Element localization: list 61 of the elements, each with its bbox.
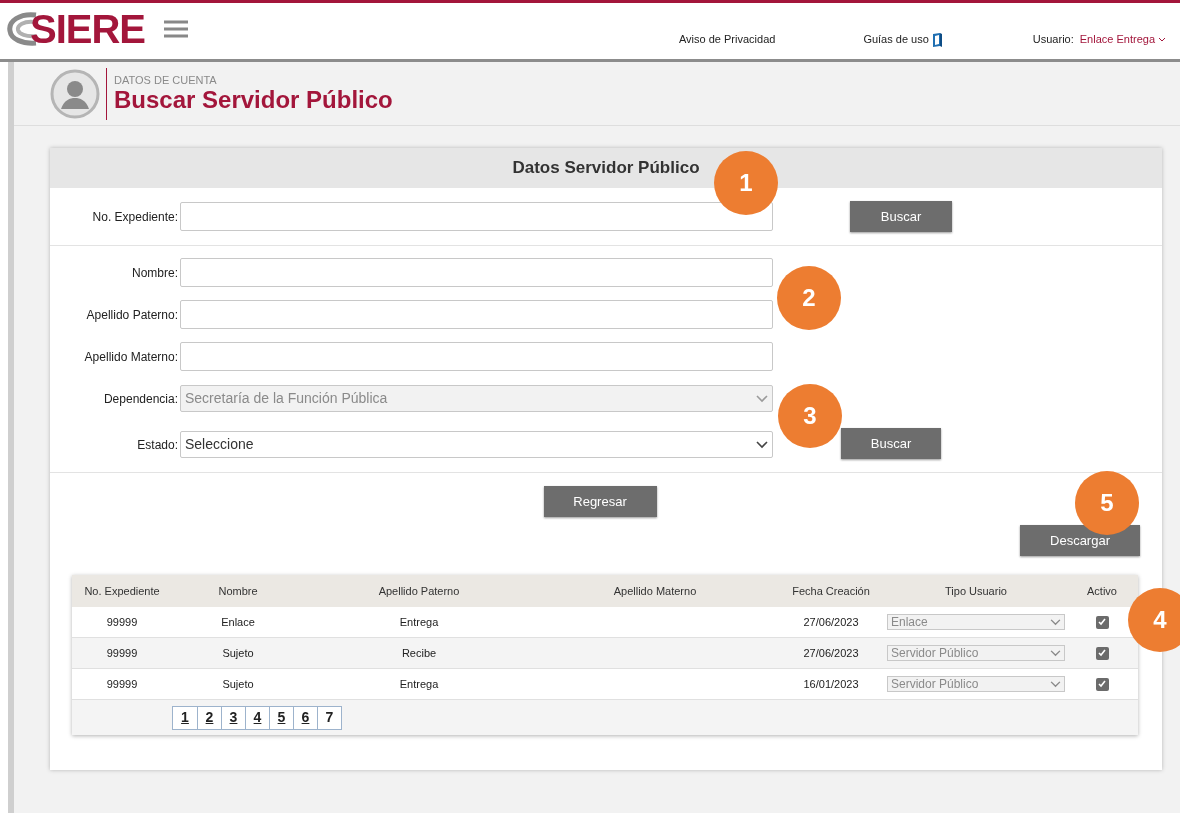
chevron-icon [756, 440, 768, 449]
column-header: Tipo Usuario [944, 583, 1008, 599]
section-label: DATOS DE CUENTA [114, 73, 218, 86]
table-cell-text: Entrega [398, 676, 440, 692]
field-label: Apellido Materno: [83, 348, 179, 366]
column-header: Apellido Paterno [377, 583, 461, 599]
menu-icon[interactable] [163, 19, 190, 39]
search-button[interactable]: Buscar [850, 201, 952, 232]
checkbox[interactable] [1095, 646, 1109, 660]
page-link[interactable]: 7 [317, 706, 341, 729]
table-cell-text: Enlace [220, 614, 256, 630]
input-field[interactable] [180, 342, 773, 371]
chevron-icon [1158, 36, 1166, 42]
field-label: No. Expediente: [91, 208, 179, 226]
back-button[interactable]: Regresar [543, 486, 657, 517]
chevron-icon [1050, 680, 1061, 688]
table-cell-text: 27/06/2023 [802, 614, 860, 630]
chevron-icon [1050, 618, 1061, 626]
book-icon [930, 31, 943, 48]
column-header: Fecha Creación [791, 583, 871, 599]
dropdown[interactable]: Seleccione [180, 431, 773, 458]
column-header: Apellido Materno [612, 583, 698, 599]
avatar-icon [50, 68, 100, 119]
table-cell-text: 16/01/2023 [802, 676, 860, 692]
search-button[interactable]: Buscar [841, 428, 941, 459]
table-cell-text: 99999 [105, 645, 139, 661]
table-cell-text: Entrega [398, 614, 440, 630]
page-link[interactable]: 6 [293, 706, 317, 729]
table-cell-text: 99999 [105, 676, 139, 692]
field-label: Nombre: [131, 264, 179, 282]
column-header: Activo [1086, 583, 1118, 599]
checkbox[interactable] [1095, 677, 1109, 691]
user-label: Usuario: [1032, 32, 1074, 47]
header-link[interactable]: Aviso de Privacidad [678, 31, 776, 48]
input-field[interactable] [180, 202, 773, 231]
header-link[interactable]: Guías de uso [863, 31, 943, 48]
table-cell-text: 99999 [105, 614, 139, 630]
checkbox[interactable] [1095, 615, 1109, 629]
page-link[interactable]: 5 [269, 706, 293, 729]
logo-text: SIERE [30, 9, 146, 49]
page-link[interactable]: 2 [197, 706, 221, 729]
input-field[interactable] [180, 258, 773, 287]
table-cell-text: 27/06/2023 [802, 645, 860, 661]
chevron-icon [756, 394, 768, 403]
page-link[interactable]: 4 [245, 706, 269, 729]
field-label: Apellido Paterno: [85, 306, 179, 324]
card-title: Datos Servidor Público [512, 157, 700, 180]
user-menu[interactable]: Enlace Entrega [1079, 31, 1166, 48]
download-button[interactable]: Descargar [1020, 525, 1140, 556]
input-field[interactable] [180, 300, 773, 329]
table-cell-text: Sujeto [221, 645, 255, 661]
field-label: Estado: [136, 436, 179, 454]
column-header: No. Expediente [83, 583, 161, 599]
page-link[interactable]: 3 [221, 706, 245, 729]
table-cell-text: Sujeto [221, 676, 255, 692]
chevron-icon [1050, 649, 1061, 657]
page-link[interactable]: 1 [173, 706, 197, 729]
page-title: Buscar Servidor Público [114, 85, 393, 114]
table-cell-text: Recibe [400, 645, 438, 661]
field-label: Dependencia: [102, 390, 179, 408]
column-header: Nombre [217, 583, 259, 599]
